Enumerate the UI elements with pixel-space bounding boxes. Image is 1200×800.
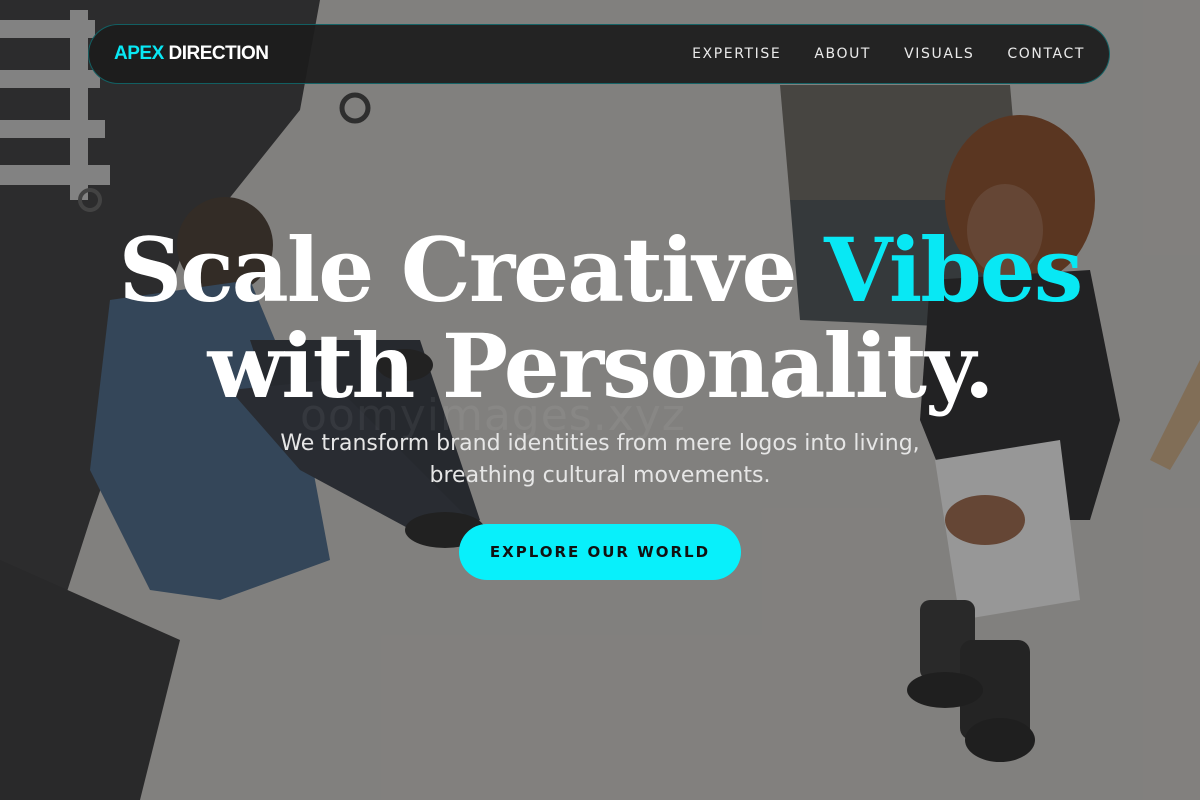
brand-logo[interactable]: APEX DIRECTION bbox=[114, 43, 269, 65]
headline-part1: Scale Creative bbox=[118, 218, 825, 322]
brand-accent-word: APEX bbox=[114, 43, 164, 64]
brand-rest-word: DIRECTION bbox=[168, 43, 270, 64]
hero-section: oomyimages.xyz APEX DIRECTION EXPERTISE … bbox=[0, 0, 1200, 800]
nav-link-visuals[interactable]: VISUALS bbox=[904, 46, 974, 62]
top-navbar: APEX DIRECTION EXPERTISE ABOUT VISUALS C… bbox=[88, 24, 1110, 84]
hero-subheadline: We transform brand identities from mere … bbox=[250, 428, 950, 492]
nav-links: EXPERTISE ABOUT VISUALS CONTACT bbox=[692, 46, 1085, 62]
subheadline-line2: breathing cultural movements. bbox=[429, 463, 771, 488]
nav-link-about[interactable]: ABOUT bbox=[814, 46, 871, 62]
subheadline-line1: We transform brand identities from mere … bbox=[280, 431, 920, 456]
explore-our-world-button[interactable]: EXPLORE OUR WORLD bbox=[459, 524, 741, 580]
nav-link-expertise[interactable]: EXPERTISE bbox=[692, 46, 781, 62]
hero-headline: Scale Creative Vibes with Personality. bbox=[0, 222, 1200, 414]
headline-accent-word: Vibes bbox=[824, 218, 1083, 322]
nav-link-contact[interactable]: CONTACT bbox=[1007, 46, 1085, 62]
headline-part2: with Personality. bbox=[207, 314, 994, 418]
